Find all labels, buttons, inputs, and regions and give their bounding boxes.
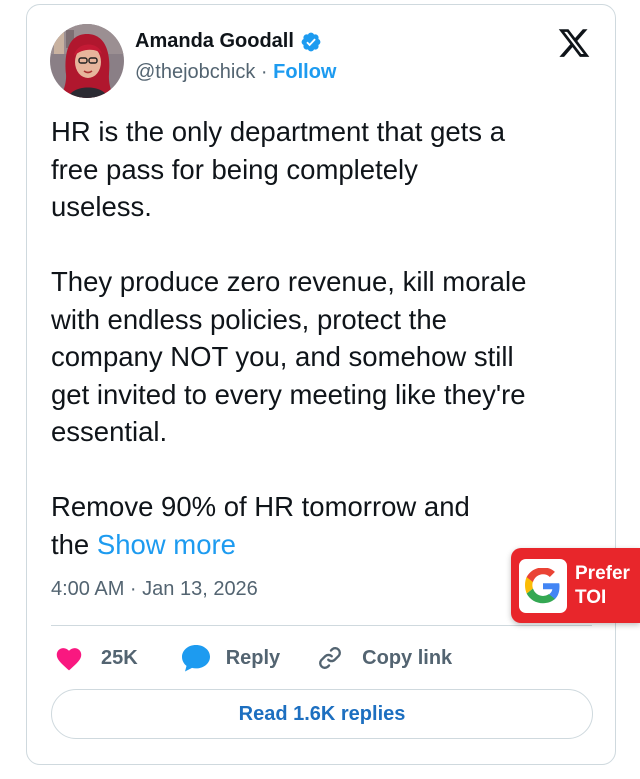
link-icon bbox=[319, 647, 342, 669]
reply-label: Reply bbox=[225, 646, 281, 669]
handle-row: @thejobchick · Follow bbox=[135, 61, 336, 84]
author-name[interactable]: Amanda Goodall bbox=[135, 30, 294, 53]
copy-link-label: Copy link bbox=[362, 646, 453, 669]
prefer-toi-badge[interactable]: Prefer TOI bbox=[511, 548, 640, 623]
like-count: 25K bbox=[101, 646, 138, 669]
speech-bubble-icon bbox=[181, 645, 210, 672]
reply-button[interactable]: Reply bbox=[180, 643, 280, 673]
x-logo-icon[interactable] bbox=[556, 26, 592, 60]
verified-badge-icon bbox=[301, 32, 321, 51]
google-g-icon bbox=[525, 568, 560, 604]
action-bar: 25K Reply Copy link bbox=[55, 640, 452, 676]
read-replies-button[interactable]: Read 1.6K replies bbox=[51, 689, 593, 739]
handle-separator: · bbox=[255, 61, 274, 83]
prefer-toi-text: Prefer TOI bbox=[575, 563, 630, 608]
like-button[interactable]: 25K bbox=[55, 645, 138, 671]
copy-link-button[interactable]: Copy link bbox=[316, 644, 452, 672]
google-badge-box bbox=[519, 559, 567, 613]
divider bbox=[51, 625, 592, 626]
tweet-body: HR is the only department that gets a fr… bbox=[51, 116, 527, 560]
author-handle[interactable]: @thejobchick bbox=[135, 61, 255, 83]
heart-icon bbox=[56, 648, 82, 671]
tweet-text: HR is the only department that gets a fr… bbox=[51, 113, 611, 563]
follow-button[interactable]: Follow bbox=[273, 61, 336, 83]
show-more-link[interactable]: Show more bbox=[97, 529, 236, 560]
avatar[interactable] bbox=[50, 24, 124, 98]
tweet-timestamp[interactable]: 4:00 AM · Jan 13, 2026 bbox=[51, 578, 258, 601]
